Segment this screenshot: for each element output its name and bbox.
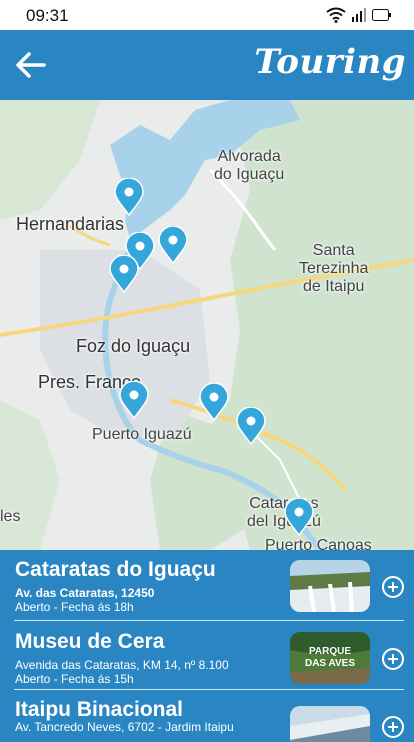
map-label-alvorada: Alvorada do Iguaçu <box>214 148 285 183</box>
add-place-button[interactable] <box>382 648 404 670</box>
map-label-hernandarias: Hernandarias <box>16 214 125 234</box>
map-pin-icon[interactable] <box>236 407 266 445</box>
map-pin-icon[interactable] <box>109 255 139 293</box>
map-view[interactable]: Alvorada do Iguaçu Hernandarias Santa Te… <box>0 100 414 550</box>
map-pin-icon[interactable] <box>119 381 149 419</box>
map-label-santa-terezinha: Santa Terezinha de Itaipu <box>299 242 369 295</box>
places-list: Cataratas do Iguaçu Av. das Cataratas, 1… <box>0 550 414 742</box>
battery-icon <box>372 9 391 21</box>
app-bar: Touring <box>0 30 414 100</box>
place-address: Av. Tancredo Neves, 6702 - Jardim Itaipu <box>15 720 234 734</box>
thumbnail-text: PARQUE DAS AVES <box>304 646 355 669</box>
status-icons <box>326 7 392 23</box>
map-label-foz: Foz do Iguaçu <box>76 336 191 356</box>
wifi-icon <box>326 7 346 23</box>
place-hours: Aberto - Fecha ás 15h <box>15 672 134 686</box>
add-place-button[interactable] <box>382 716 404 738</box>
place-name: Cataratas do Iguaçu <box>15 558 216 581</box>
map-pin-icon[interactable] <box>284 498 314 536</box>
map-pin-icon[interactable] <box>158 226 188 264</box>
map-background <box>0 100 414 550</box>
place-thumbnail: PARQUE DAS AVES <box>290 632 370 684</box>
status-bar: 09:31 <box>0 0 414 30</box>
place-name: Museu de Cera <box>15 630 165 653</box>
map-label-les: les <box>0 508 21 525</box>
place-item-museu-de-cera[interactable]: Museu de Cera Avenida das Cataratas, KM … <box>0 622 414 688</box>
map-label-puerto-canoas: Puerto Canoas <box>265 537 372 550</box>
place-name: Itaipu Binacional <box>15 698 184 721</box>
add-place-button[interactable] <box>382 576 404 598</box>
place-thumbnail <box>290 706 370 742</box>
place-address: Avenida das Cataratas, KM 14, nº 8.100 <box>15 658 229 672</box>
place-item-cataratas[interactable]: Cataratas do Iguaçu Av. das Cataratas, 1… <box>0 550 414 616</box>
back-arrow-icon[interactable] <box>14 50 48 80</box>
place-item-itaipu[interactable]: Itaipu Binacional Av. Tancredo Neves, 67… <box>0 690 414 742</box>
map-pin-icon[interactable] <box>199 383 229 421</box>
place-hours: Aberto - Fecha ás 18h <box>15 600 134 614</box>
app-title: Touring <box>254 42 406 82</box>
list-divider <box>14 620 404 621</box>
signal-icon <box>352 8 366 22</box>
map-label-puerto-iguazu: Puerto Iguazú <box>92 426 192 443</box>
map-pin-icon[interactable] <box>114 178 144 216</box>
place-address: Av. das Cataratas, 12450 <box>15 586 155 600</box>
status-time: 09:31 <box>26 6 69 25</box>
place-thumbnail <box>290 560 370 612</box>
